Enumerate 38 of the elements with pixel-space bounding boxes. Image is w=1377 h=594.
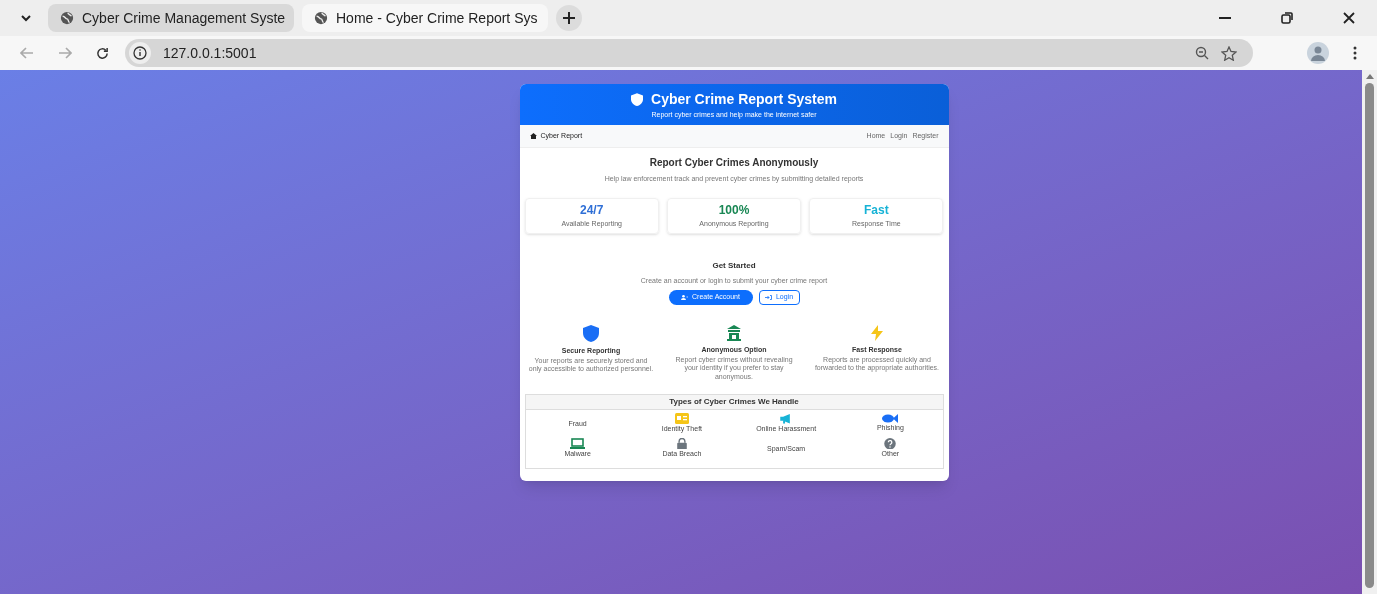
reload-icon[interactable] bbox=[96, 46, 109, 60]
id-card-icon bbox=[674, 413, 689, 424]
lightning-icon bbox=[871, 325, 883, 341]
stat-value: 24/7 bbox=[580, 202, 604, 220]
shield-icon bbox=[631, 92, 643, 106]
tab-title: Cyber Crime Management Syste bbox=[82, 8, 286, 28]
laptop-icon bbox=[570, 438, 586, 449]
restore-icon[interactable] bbox=[1281, 12, 1293, 24]
address-bar[interactable]: 127.0.0.1:5001 bbox=[125, 39, 1253, 67]
home-icon bbox=[529, 133, 537, 139]
avatar-icon[interactable] bbox=[1307, 42, 1329, 64]
hero-title: Report Cyber Crimes Anonymously bbox=[649, 156, 819, 170]
stat-value: Fast bbox=[863, 202, 889, 220]
tab-title: Home - Cyber Crime Report Sys bbox=[336, 8, 538, 28]
close-icon[interactable] bbox=[1343, 12, 1355, 24]
shield-icon bbox=[583, 325, 599, 342]
page-title: Cyber Crime Report System bbox=[651, 89, 837, 109]
new-tab-icon[interactable] bbox=[556, 5, 582, 31]
scroll-up-icon[interactable] bbox=[1365, 74, 1374, 79]
panel-title: Types of Cyber Crimes We Handle bbox=[669, 395, 799, 408]
browser-tab[interactable]: Cyber Crime Management Syste bbox=[48, 4, 294, 32]
url-text: 127.0.0.1:5001 bbox=[163, 43, 257, 63]
building-icon bbox=[727, 325, 741, 341]
info-icon[interactable] bbox=[129, 42, 151, 64]
browser-tab[interactable]: Home - Cyber Crime Report Sys bbox=[302, 4, 548, 32]
globe-icon bbox=[314, 11, 328, 25]
star-icon[interactable] bbox=[1221, 45, 1237, 61]
lock-icon bbox=[675, 437, 688, 450]
question-icon bbox=[884, 437, 897, 450]
chevron-down-icon[interactable] bbox=[20, 12, 32, 24]
zoom-out-icon[interactable] bbox=[1195, 46, 1209, 60]
menu-icon[interactable] bbox=[1353, 46, 1357, 60]
stat-value: 100% bbox=[718, 202, 750, 220]
section-title: Get Started bbox=[712, 259, 756, 272]
fish-icon bbox=[882, 414, 899, 423]
globe-icon bbox=[60, 11, 74, 25]
sign-in-icon bbox=[764, 295, 772, 300]
user-plus-icon bbox=[681, 295, 689, 300]
